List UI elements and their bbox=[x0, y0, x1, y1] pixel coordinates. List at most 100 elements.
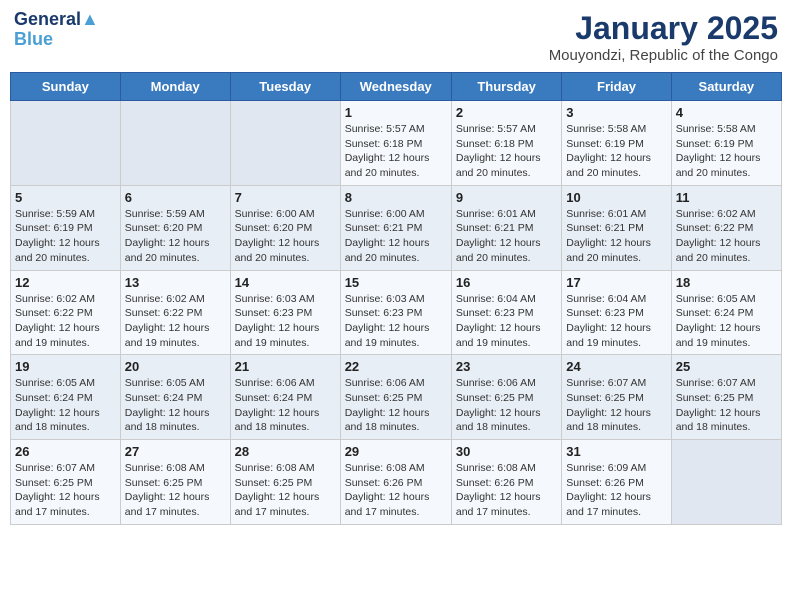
logo-line1: General▲ bbox=[14, 10, 99, 30]
calendar-cell: 5Sunrise: 5:59 AM Sunset: 6:19 PM Daylig… bbox=[11, 185, 121, 270]
day-number: 18 bbox=[676, 275, 777, 290]
day-number: 17 bbox=[566, 275, 666, 290]
calendar-cell: 8 Sunrise: 6:00 AM Sunset: 6:21 PM Daylig… bbox=[340, 185, 451, 270]
day-number: 4 bbox=[676, 105, 777, 120]
day-number: 29 bbox=[345, 444, 447, 459]
subtitle: Mouyondzi, Republic of the Congo bbox=[549, 47, 778, 64]
title-block: January 2025 Mouyondzi, Republic of the … bbox=[549, 10, 778, 64]
day-info: Sunrise: 6:04 AM Sunset: 6:23 PM Dayligh… bbox=[566, 292, 666, 351]
day-info: Sunrise: 6:03 AM Sunset: 6:23 PM Dayligh… bbox=[345, 292, 447, 351]
day-info: Sunrise: 6:01 AM Sunset: 6:21 PM Dayligh… bbox=[456, 207, 557, 266]
calendar-cell: 9 Sunrise: 6:01 AM Sunset: 6:21 PM Daylig… bbox=[451, 185, 561, 270]
day-number: 19 bbox=[15, 359, 116, 374]
day-header-thursday: Thursday bbox=[451, 73, 561, 101]
day-info: Sunrise: 6:05 AM Sunset: 6:24 PM Dayligh… bbox=[15, 376, 116, 435]
day-info: Sunrise: 6:00 AM Sunset: 6:21 PM Dayligh… bbox=[345, 207, 447, 266]
day-info: Sunrise: 6:06 AM Sunset: 6:25 PM Dayligh… bbox=[345, 376, 447, 435]
day-info: Sunrise: 6:09 AM Sunset: 6:26 PM Dayligh… bbox=[566, 461, 666, 520]
day-info: Sunrise: 6:03 AM Sunset: 6:23 PM Dayligh… bbox=[235, 292, 336, 351]
day-info: Sunrise: 6:08 AM Sunset: 6:26 PM Dayligh… bbox=[456, 461, 557, 520]
logo-line2: Blue bbox=[14, 30, 99, 50]
day-number: 1 bbox=[345, 105, 447, 120]
day-number: 2 bbox=[456, 105, 557, 120]
day-number: 14 bbox=[235, 275, 336, 290]
calendar-cell: 16Sunrise: 6:04 AM Sunset: 6:23 PM Dayli… bbox=[451, 270, 561, 355]
day-header-wednesday: Wednesday bbox=[340, 73, 451, 101]
calendar-body: 1 Sunrise: 5:57 AM Sunset: 6:18 PM Daylig… bbox=[11, 101, 782, 525]
calendar-cell: 28 Sunrise: 6:08 AM Sunset: 6:25 PM Dayli… bbox=[230, 440, 340, 525]
calendar-cell: 26 Sunrise: 6:07 AM Sunset: 6:25 PM Dayli… bbox=[11, 440, 121, 525]
day-info: Sunrise: 5:58 AM Sunset: 6:19 PM Dayligh… bbox=[566, 122, 666, 181]
day-number: 8 bbox=[345, 190, 447, 205]
calendar-cell: 7 Sunrise: 6:00 AM Sunset: 6:20 PM Daylig… bbox=[230, 185, 340, 270]
week-row-4: 26 Sunrise: 6:07 AM Sunset: 6:25 PM Dayli… bbox=[11, 440, 782, 525]
main-title: January 2025 bbox=[549, 10, 778, 47]
calendar-table: SundayMondayTuesdayWednesdayThursdayFrid… bbox=[10, 72, 782, 525]
day-info: Sunrise: 6:02 AM Sunset: 6:22 PM Dayligh… bbox=[676, 207, 777, 266]
calendar-cell: 29 Sunrise: 6:08 AM Sunset: 6:26 PM Dayli… bbox=[340, 440, 451, 525]
calendar-cell bbox=[230, 101, 340, 186]
calendar-cell: 30 Sunrise: 6:08 AM Sunset: 6:26 PM Dayli… bbox=[451, 440, 561, 525]
day-info: Sunrise: 6:07 AM Sunset: 6:25 PM Dayligh… bbox=[15, 461, 116, 520]
day-number: 24 bbox=[566, 359, 666, 374]
day-number: 27 bbox=[125, 444, 226, 459]
day-number: 7 bbox=[235, 190, 336, 205]
page-header: General▲ Blue January 2025 Mouyondzi, Re… bbox=[10, 10, 782, 64]
calendar-cell: 11 Sunrise: 6:02 AM Sunset: 6:22 PM Dayli… bbox=[671, 185, 781, 270]
day-header-sunday: Sunday bbox=[11, 73, 121, 101]
day-info: Sunrise: 6:04 AM Sunset: 6:23 PM Dayligh… bbox=[456, 292, 557, 351]
day-info: Sunrise: 6:00 AM Sunset: 6:20 PM Dayligh… bbox=[235, 207, 336, 266]
calendar-cell: 25Sunrise: 6:07 AM Sunset: 6:25 PM Dayli… bbox=[671, 355, 781, 440]
calendar-cell: 23Sunrise: 6:06 AM Sunset: 6:25 PM Dayli… bbox=[451, 355, 561, 440]
day-header-tuesday: Tuesday bbox=[230, 73, 340, 101]
calendar-cell: 18Sunrise: 6:05 AM Sunset: 6:24 PM Dayli… bbox=[671, 270, 781, 355]
day-number: 12 bbox=[15, 275, 116, 290]
day-number: 20 bbox=[125, 359, 226, 374]
calendar-cell: 27 Sunrise: 6:08 AM Sunset: 6:25 PM Dayli… bbox=[120, 440, 230, 525]
day-info: Sunrise: 5:59 AM Sunset: 6:20 PM Dayligh… bbox=[125, 207, 226, 266]
day-number: 10 bbox=[566, 190, 666, 205]
week-row-3: 19 Sunrise: 6:05 AM Sunset: 6:24 PM Dayli… bbox=[11, 355, 782, 440]
calendar-cell: 20 Sunrise: 6:05 AM Sunset: 6:24 PM Dayli… bbox=[120, 355, 230, 440]
day-header-saturday: Saturday bbox=[671, 73, 781, 101]
day-info: Sunrise: 6:08 AM Sunset: 6:25 PM Dayligh… bbox=[235, 461, 336, 520]
calendar-cell: 21 Sunrise: 6:06 AM Sunset: 6:24 PM Dayli… bbox=[230, 355, 340, 440]
calendar-cell: 22Sunrise: 6:06 AM Sunset: 6:25 PM Dayli… bbox=[340, 355, 451, 440]
day-info: Sunrise: 5:59 AM Sunset: 6:19 PM Dayligh… bbox=[15, 207, 116, 266]
calendar-cell: 2 Sunrise: 5:57 AM Sunset: 6:18 PM Daylig… bbox=[451, 101, 561, 186]
calendar-cell: 17 Sunrise: 6:04 AM Sunset: 6:23 PM Dayli… bbox=[562, 270, 671, 355]
day-info: Sunrise: 5:57 AM Sunset: 6:18 PM Dayligh… bbox=[456, 122, 557, 181]
day-number: 28 bbox=[235, 444, 336, 459]
calendar-cell: 3 Sunrise: 5:58 AM Sunset: 6:19 PM Daylig… bbox=[562, 101, 671, 186]
week-row-1: 5Sunrise: 5:59 AM Sunset: 6:19 PM Daylig… bbox=[11, 185, 782, 270]
day-number: 26 bbox=[15, 444, 116, 459]
day-info: Sunrise: 6:02 AM Sunset: 6:22 PM Dayligh… bbox=[125, 292, 226, 351]
day-number: 30 bbox=[456, 444, 557, 459]
day-number: 21 bbox=[235, 359, 336, 374]
day-info: Sunrise: 5:58 AM Sunset: 6:19 PM Dayligh… bbox=[676, 122, 777, 181]
day-info: Sunrise: 6:08 AM Sunset: 6:26 PM Dayligh… bbox=[345, 461, 447, 520]
day-number: 23 bbox=[456, 359, 557, 374]
calendar-cell: 19 Sunrise: 6:05 AM Sunset: 6:24 PM Dayli… bbox=[11, 355, 121, 440]
day-number: 11 bbox=[676, 190, 777, 205]
day-info: Sunrise: 6:08 AM Sunset: 6:25 PM Dayligh… bbox=[125, 461, 226, 520]
day-info: Sunrise: 6:07 AM Sunset: 6:25 PM Dayligh… bbox=[676, 376, 777, 435]
calendar-cell: 12 Sunrise: 6:02 AM Sunset: 6:22 PM Dayli… bbox=[11, 270, 121, 355]
week-row-0: 1 Sunrise: 5:57 AM Sunset: 6:18 PM Daylig… bbox=[11, 101, 782, 186]
day-info: Sunrise: 6:06 AM Sunset: 6:24 PM Dayligh… bbox=[235, 376, 336, 435]
day-info: Sunrise: 6:05 AM Sunset: 6:24 PM Dayligh… bbox=[125, 376, 226, 435]
calendar-cell: 14 Sunrise: 6:03 AM Sunset: 6:23 PM Dayli… bbox=[230, 270, 340, 355]
day-number: 9 bbox=[456, 190, 557, 205]
day-header-friday: Friday bbox=[562, 73, 671, 101]
calendar-cell: 15Sunrise: 6:03 AM Sunset: 6:23 PM Dayli… bbox=[340, 270, 451, 355]
logo: General▲ Blue bbox=[14, 10, 99, 50]
calendar-cell: 4 Sunrise: 5:58 AM Sunset: 6:19 PM Daylig… bbox=[671, 101, 781, 186]
week-row-2: 12 Sunrise: 6:02 AM Sunset: 6:22 PM Dayli… bbox=[11, 270, 782, 355]
calendar-cell: 10Sunrise: 6:01 AM Sunset: 6:21 PM Dayli… bbox=[562, 185, 671, 270]
day-number: 3 bbox=[566, 105, 666, 120]
calendar-cell: 24Sunrise: 6:07 AM Sunset: 6:25 PM Dayli… bbox=[562, 355, 671, 440]
calendar-cell: 13Sunrise: 6:02 AM Sunset: 6:22 PM Dayli… bbox=[120, 270, 230, 355]
day-number: 31 bbox=[566, 444, 666, 459]
calendar-cell: 31 Sunrise: 6:09 AM Sunset: 6:26 PM Dayli… bbox=[562, 440, 671, 525]
day-info: Sunrise: 6:02 AM Sunset: 6:22 PM Dayligh… bbox=[15, 292, 116, 351]
